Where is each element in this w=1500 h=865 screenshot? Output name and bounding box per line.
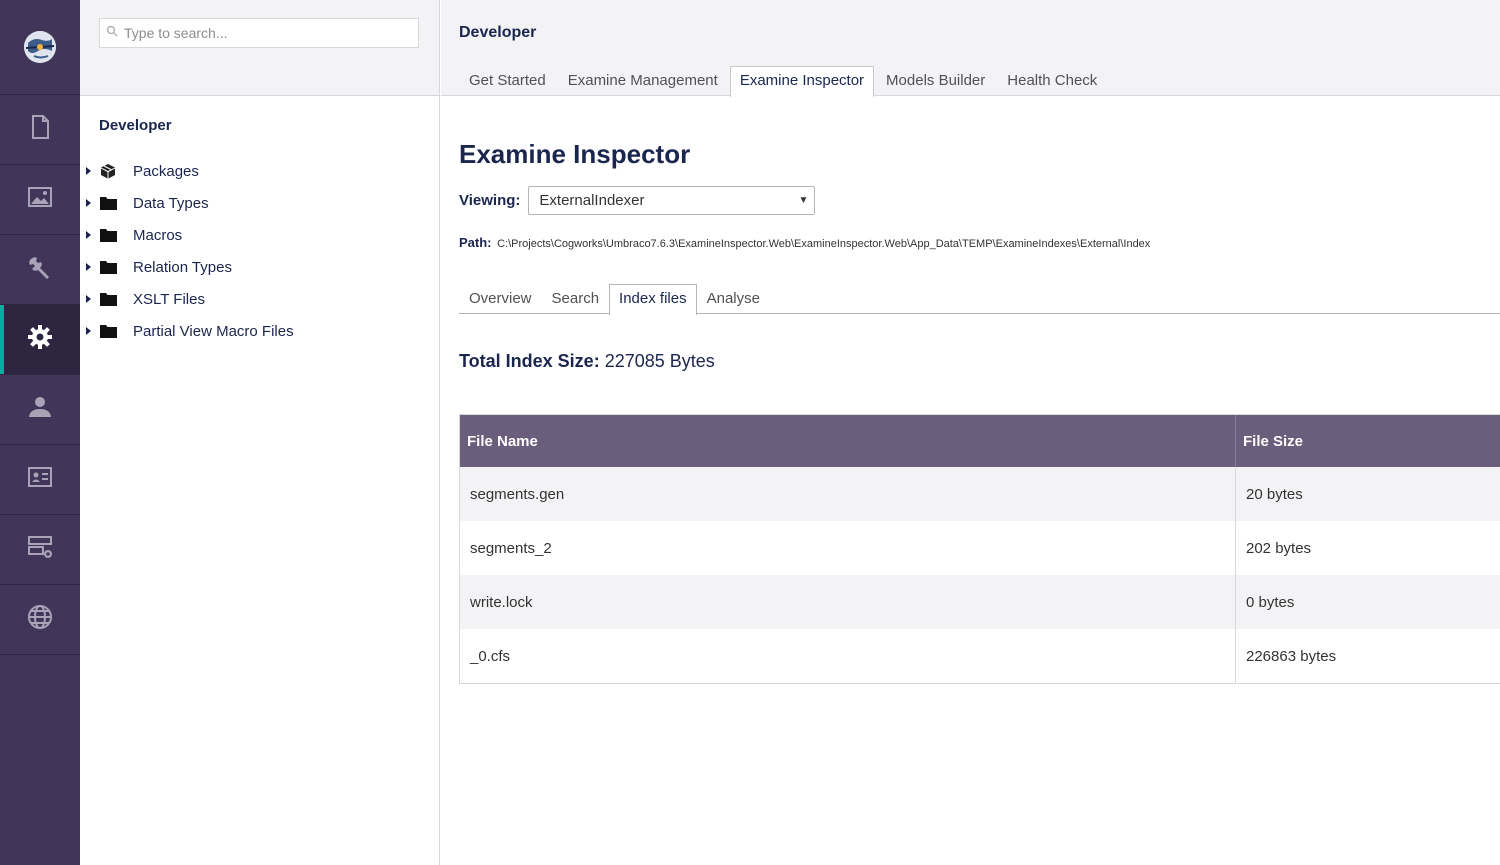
tab-models-builder[interactable]: Models Builder [876,66,995,96]
main-header: Developer Get Started Examine Management… [441,0,1500,97]
expand-caret-icon[interactable] [86,167,91,175]
package-icon [100,164,117,179]
folder-icon [100,196,117,210]
wrench-icon [26,253,54,286]
page-title: Examine Inspector [459,139,691,169]
tab-get-started[interactable]: Get Started [459,66,556,96]
document-icon [26,113,54,146]
section-developer[interactable] [0,305,80,375]
search-icon [106,24,118,42]
folder-icon [100,260,117,274]
main-panel: Developer Get Started Examine Management… [441,0,1500,865]
tab-index-files[interactable]: Index files [609,284,697,315]
section-media[interactable] [0,165,80,235]
tree-item-label: XSLT Files [133,290,205,308]
index-path: Path: C:\Projects\Cogworks\Umbraco7.6.3\… [459,235,1150,250]
table-row: segments_2 202 bytes [460,521,1500,575]
section-rail [0,0,80,865]
path-label: Path: [459,235,492,250]
expand-caret-icon[interactable] [86,263,91,271]
indexer-select[interactable]: ExternalIndexer ▼ [528,186,816,215]
expand-caret-icon[interactable] [86,327,91,335]
section-forms[interactable] [0,515,80,585]
file-name-cell: segments_2 [460,521,1236,575]
tree-item-label: Macros [133,226,183,244]
expand-caret-icon[interactable] [86,231,91,239]
section-content[interactable] [0,95,80,165]
path-value: C:\Projects\Cogworks\Umbraco7.6.3\Examin… [497,238,1151,250]
viewing-label: Viewing: [459,192,521,209]
section-settings[interactable] [0,235,80,305]
tab-search[interactable]: Search [542,284,610,314]
tree-item-data-types[interactable]: Data Types [80,187,439,219]
total-index-size-label: Total Index Size: [459,351,600,371]
tab-overview[interactable]: Overview [459,284,542,314]
tree-item-label: Data Types [133,194,209,212]
file-size-cell: 202 bytes [1246,539,1312,557]
indexer-select-value: ExternalIndexer [539,192,645,209]
logo[interactable] [0,0,80,95]
table-row: segments.gen 20 bytes [460,467,1500,521]
tree-item-relation-types[interactable]: Relation Types [80,251,439,283]
file-name-cell: segments.gen [460,467,1236,521]
column-header-file-name: File Name [460,415,1236,467]
image-icon [26,183,54,216]
table-row: _0.cfs 226863 bytes [460,629,1500,683]
total-index-size: Total Index Size: 227085 Bytes [459,351,715,372]
tree-item-macros[interactable]: Macros [80,219,439,251]
tree-item-partial-view-macro-files[interactable]: Partial View Macro Files [80,315,439,347]
globe-icon [26,603,54,636]
index-files-table: File Name File Size segments.gen 20 byte… [459,414,1500,684]
file-size-cell: 226863 bytes [1246,647,1337,665]
forms-icon [26,533,54,566]
gear-icon [26,323,54,356]
file-size-cell: 0 bytes [1246,593,1295,611]
user-icon [26,393,54,426]
table-row: write.lock 0 bytes [460,575,1500,629]
expand-caret-icon[interactable] [86,295,91,303]
file-size-cell: 20 bytes [1246,485,1303,503]
top-tabs: Get Started Examine Management Examine I… [459,66,1109,97]
file-name-cell: write.lock [460,575,1236,629]
umbraco-logo-icon [24,31,56,63]
total-index-size-value: 227085 Bytes [604,351,715,371]
viewing-row: Viewing: ExternalIndexer ▼ [459,186,816,215]
tree-title[interactable]: Developer [80,96,439,155]
dropdown-arrow-icon: ▼ [798,195,809,206]
table-body: segments.gen 20 bytes segments_2 202 byt… [460,467,1500,683]
search-input[interactable] [124,25,404,41]
folder-icon [100,324,117,338]
tab-health-check[interactable]: Health Check [997,66,1107,96]
section-users[interactable] [0,375,80,445]
id-card-icon [26,463,54,496]
tree-panel: Developer Packages Data Types Macros Rel… [80,0,440,865]
expand-caret-icon[interactable] [86,199,91,207]
inspector-tabs: Overview Search Index files Analyse [459,284,1500,315]
folder-icon [100,292,117,306]
section-members[interactable] [0,445,80,515]
tree-item-xslt-files[interactable]: XSLT Files [80,283,439,315]
file-name-cell: _0.cfs [460,629,1236,683]
tab-analyse[interactable]: Analyse [697,284,770,314]
tree-item-label: Packages [133,162,199,180]
tab-examine-management[interactable]: Examine Management [558,66,728,96]
tree-item-packages[interactable]: Packages [80,155,439,187]
tree-item-label: Relation Types [133,258,232,276]
section-translation[interactable] [0,585,80,655]
tree-search[interactable] [99,18,419,48]
table-header: File Name File Size [460,415,1500,467]
tree-header [80,0,439,96]
tree-item-label: Partial View Macro Files [133,322,294,340]
column-header-file-size: File Size [1243,432,1304,450]
folder-icon [100,228,117,242]
section-title: Developer [459,24,537,41]
tab-examine-inspector[interactable]: Examine Inspector [729,66,875,97]
